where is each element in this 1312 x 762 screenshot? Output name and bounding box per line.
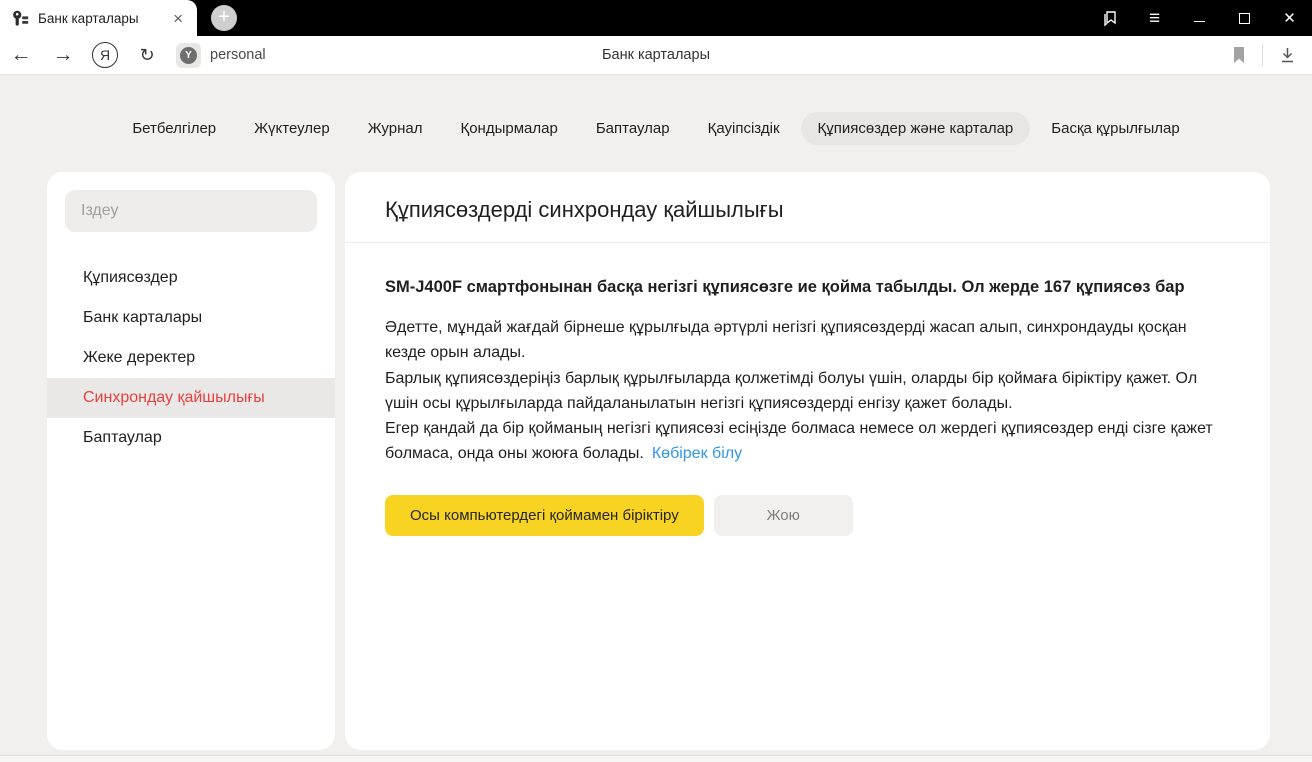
nav-tab-downloads[interactable]: Жүктеулер [237, 112, 347, 145]
browser-tab-bar: Банк карталары × + ≡ ✕ [0, 0, 1312, 36]
maximize-button[interactable] [1222, 0, 1267, 36]
key-favicon-icon [12, 10, 29, 27]
maximize-icon [1239, 13, 1250, 24]
downloads-icon[interactable] [1279, 46, 1296, 64]
toolbar-right [1232, 44, 1312, 66]
page-title: Құпиясөздерді синхрондау қайшылығы [385, 197, 1230, 223]
description-paragraph: Әдетте, мұндай жағдай бірнеше құрылғыда … [385, 315, 1230, 366]
minimize-button[interactable] [1177, 0, 1222, 36]
address-label: personal [210, 47, 266, 63]
nav-tab-history[interactable]: Журнал [351, 112, 440, 145]
sidebar-item-personal-data[interactable]: Жеке деректер [47, 338, 335, 378]
merge-vault-button[interactable]: Осы компьютердегі қоймамен біріктіру [385, 495, 704, 536]
description-paragraph: Егер қандай да бір қойманың негізгі құпи… [385, 416, 1230, 467]
search-input[interactable] [65, 190, 317, 232]
browser-tab-active[interactable]: Банк карталары × [0, 0, 197, 36]
divider [345, 242, 1270, 243]
description-text: Егер қандай да бір қойманың негізгі құпи… [385, 420, 1213, 462]
nav-tab-bookmarks[interactable]: Бетбелгілер [115, 112, 233, 145]
delete-vault-button[interactable]: Жою [714, 495, 853, 536]
nav-tab-extensions[interactable]: Қондырмалар [443, 112, 574, 145]
nav-tab-passwords-cards[interactable]: Құпиясөздер және карталар [801, 112, 1031, 145]
window-controls: ≡ ✕ [1087, 0, 1312, 36]
sidebar-item-bank-cards[interactable]: Банк карталары [47, 298, 335, 338]
sidebar: Құпиясөздер Банк карталары Жеке деректер… [47, 172, 335, 750]
new-tab-button[interactable]: + [211, 5, 237, 31]
conflict-description: Әдетте, мұндай жағдай бірнеше құрылғыда … [385, 315, 1230, 467]
browser-toolbar: Банк карталары ← → Я ↻ Y personal [0, 36, 1312, 75]
action-buttons: Осы компьютердегі қоймамен біріктіру Жою [385, 495, 1230, 536]
conflict-alert-heading: SM-J400F смартфонынан басқа негізгі құпи… [385, 274, 1230, 301]
protect-icon: Y [180, 47, 197, 64]
tab-title: Банк карталары [38, 11, 169, 26]
content-area: Құпиясөздер Банк карталары Жеке деректер… [47, 172, 1270, 750]
minimize-icon [1194, 21, 1205, 22]
bookmark-flag-icon[interactable] [1232, 46, 1246, 64]
sidebar-menu: Құпиясөздер Банк карталары Жеке деректер… [47, 258, 335, 458]
nav-tab-settings[interactable]: Баптаулар [579, 112, 687, 145]
sidebar-item-passwords[interactable]: Құпиясөздер [47, 258, 335, 298]
description-paragraph: Барлық құпиясөздеріңіз барлық құрылғылар… [385, 366, 1230, 417]
protect-badge[interactable]: Y [176, 43, 201, 68]
window-bottom-edge [0, 755, 1312, 762]
nav-tab-security[interactable]: Қауіпсіздік [691, 112, 797, 145]
toolbar-separator [1262, 44, 1263, 66]
sidebar-item-sync-conflict[interactable]: Синхрондау қайшылығы [47, 378, 335, 418]
tab-close-icon[interactable]: × [169, 10, 187, 27]
side-panel-icon[interactable] [1087, 0, 1132, 36]
window-close-button[interactable]: ✕ [1267, 0, 1312, 36]
menu-icon[interactable]: ≡ [1132, 0, 1177, 36]
yandex-logo-icon[interactable]: Я [92, 42, 118, 68]
nav-tab-other-devices[interactable]: Басқа құрылғылар [1034, 112, 1196, 145]
settings-nav: Бетбелгілер Жүктеулер Журнал Қондырмалар… [0, 75, 1312, 145]
bookmarks-panel-icon [1101, 9, 1119, 27]
sidebar-item-settings[interactable]: Баптаулар [47, 418, 335, 458]
back-button[interactable]: ← [0, 43, 42, 67]
forward-button[interactable]: → [42, 43, 84, 67]
learn-more-link[interactable]: Көбірек білу [652, 445, 742, 462]
refresh-icon[interactable]: ↻ [126, 45, 168, 66]
main-panel: Құпиясөздерді синхрондау қайшылығы SM-J4… [345, 172, 1270, 750]
